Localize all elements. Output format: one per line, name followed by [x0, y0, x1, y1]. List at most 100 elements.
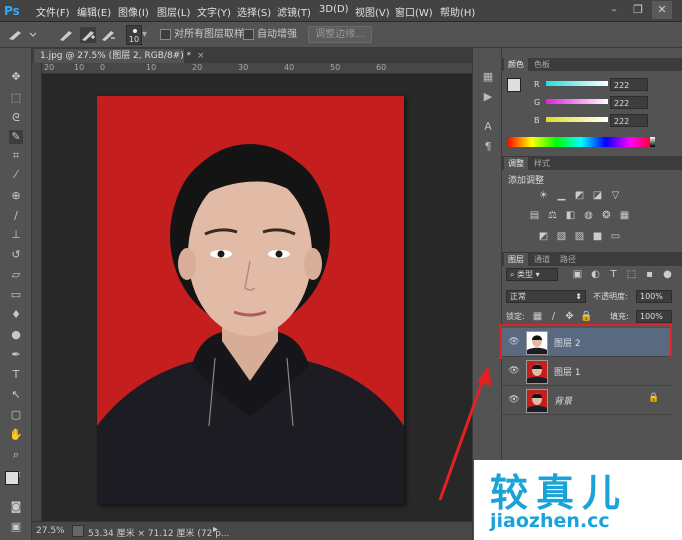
- channel-b-value[interactable]: 222: [610, 114, 648, 127]
- menu-edit[interactable]: 编辑(E): [77, 4, 111, 19]
- hue-saturation-icon[interactable]: ▤: [529, 210, 540, 221]
- marquee-tool-icon[interactable]: ⬚: [9, 91, 23, 105]
- subtract-from-selection-icon[interactable]: [100, 27, 116, 43]
- actions-panel-icon[interactable]: ▶: [481, 90, 495, 104]
- document-tab[interactable]: 1.jpg @ 27.5% (图层 2, RGB/8#) * ×: [34, 49, 205, 63]
- grayscale-ramp[interactable]: [650, 137, 655, 147]
- auto-enhance-checkbox[interactable]: 自动增强: [243, 27, 297, 43]
- color-balance-icon[interactable]: ⚖: [547, 210, 558, 221]
- menu-select[interactable]: 选择(S): [237, 4, 271, 19]
- tab-color[interactable]: 颜色: [504, 58, 528, 71]
- move-tool-icon[interactable]: ✥: [9, 70, 23, 84]
- dodge-tool-icon[interactable]: ●: [9, 328, 23, 342]
- brush-size-picker[interactable]: 10: [126, 25, 142, 45]
- tab-styles[interactable]: 样式: [530, 157, 554, 170]
- tab-paths[interactable]: 路径: [556, 253, 580, 266]
- gradient-map-icon[interactable]: ▭: [610, 231, 621, 242]
- status-arrow-icon[interactable]: ▸: [213, 524, 218, 535]
- brush-tool-icon[interactable]: ∕: [9, 209, 23, 223]
- close-icon[interactable]: ✕: [652, 1, 672, 19]
- vertical-ruler[interactable]: [32, 63, 42, 521]
- tool-preset-icon[interactable]: [6, 27, 37, 43]
- menu-image[interactable]: 图像(I): [118, 4, 149, 19]
- zoom-level[interactable]: 27.5%: [36, 526, 65, 536]
- blend-mode-select[interactable]: 正常 ⬍: [506, 290, 586, 303]
- layer-row-layer-1[interactable]: 👁 图层 1: [502, 357, 672, 386]
- eye-icon[interactable]: 👁: [508, 394, 520, 406]
- brightness-contrast-icon[interactable]: ☀: [538, 190, 549, 201]
- menu-window[interactable]: 窗口(W): [395, 4, 433, 19]
- shape-tool-icon[interactable]: ▢: [9, 408, 23, 422]
- healing-brush-tool-icon[interactable]: ⊕: [9, 189, 23, 203]
- tab-swatches[interactable]: 色板: [530, 58, 554, 71]
- levels-icon[interactable]: ▁: [556, 190, 567, 201]
- lock-all-icon[interactable]: 🔒: [580, 311, 592, 322]
- channel-r-slider[interactable]: [546, 81, 608, 86]
- vibrance-icon[interactable]: ▽: [610, 190, 621, 201]
- layer-filter-select[interactable]: ⌕ 类型 ▾: [506, 268, 558, 281]
- menu-layer[interactable]: 图层(L): [157, 4, 190, 19]
- menu-type[interactable]: 文字(Y): [197, 4, 231, 19]
- eye-icon[interactable]: 👁: [508, 365, 520, 377]
- path-selection-tool-icon[interactable]: ↖: [9, 388, 23, 402]
- character-panel-icon[interactable]: A: [481, 120, 495, 134]
- menu-file[interactable]: 文件(F): [36, 4, 70, 19]
- curves-icon[interactable]: ◩: [574, 190, 585, 201]
- new-selection-icon[interactable]: [58, 27, 74, 43]
- clone-stamp-tool-icon[interactable]: ⊥: [9, 228, 23, 242]
- zoom-tool-icon[interactable]: ⌕: [9, 448, 23, 462]
- quick-mask-icon[interactable]: ◙: [9, 500, 23, 514]
- minimize-icon[interactable]: –: [604, 1, 624, 19]
- quick-selection-tool-icon[interactable]: ✎: [9, 130, 23, 144]
- filter-pixel-icon[interactable]: ▣: [572, 269, 583, 280]
- lock-position-icon[interactable]: ✥: [564, 311, 575, 322]
- invert-icon[interactable]: ◩: [538, 231, 549, 242]
- pen-tool-icon[interactable]: ✒: [9, 348, 23, 362]
- refine-edge-button[interactable]: 调整边缘...: [308, 26, 372, 43]
- menu-help[interactable]: 帮助(H): [440, 4, 475, 19]
- lasso-tool-icon[interactable]: ᘓ: [9, 111, 23, 125]
- screen-mode-icon[interactable]: ▣: [9, 520, 23, 534]
- eyedropper-tool-icon[interactable]: ⁄: [9, 168, 23, 182]
- fill-input[interactable]: 100%: [636, 310, 672, 323]
- id-photo-image[interactable]: [97, 96, 404, 504]
- filter-adjustment-icon[interactable]: ◐: [590, 269, 601, 280]
- restore-icon[interactable]: ❐: [628, 1, 648, 19]
- history-brush-tool-icon[interactable]: ↺: [9, 248, 23, 262]
- photo-filter-icon[interactable]: ◍: [583, 210, 594, 221]
- tab-layers[interactable]: 图层: [504, 253, 528, 266]
- layer-name[interactable]: 图层 1: [554, 365, 581, 378]
- filter-smart-object-icon[interactable]: ▪: [644, 269, 655, 280]
- selective-color-icon[interactable]: ■: [592, 231, 603, 242]
- layer-row-background[interactable]: 👁 背景 🔒: [502, 386, 672, 415]
- menu-filter[interactable]: 滤镜(T): [277, 4, 311, 19]
- posterize-icon[interactable]: ▧: [556, 231, 567, 242]
- threshold-icon[interactable]: ▨: [574, 231, 585, 242]
- tab-channels[interactable]: 通道: [530, 253, 554, 266]
- gradient-tool-icon[interactable]: ▭: [9, 288, 23, 302]
- paragraph-panel-icon[interactable]: ¶: [481, 140, 495, 154]
- horizontal-ruler[interactable]: 20 10 0 10 20 30 40 50 60: [42, 63, 472, 74]
- menu-3d[interactable]: 3D(D): [319, 4, 349, 15]
- color-spectrum-bar[interactable]: [507, 137, 655, 147]
- channel-mixer-icon[interactable]: ❂: [601, 210, 612, 221]
- sample-all-layers-checkbox[interactable]: 对所有图层取样: [160, 27, 244, 43]
- close-tab-icon[interactable]: ×: [197, 51, 205, 61]
- brush-dropdown-icon[interactable]: ▾: [142, 27, 150, 43]
- eraser-tool-icon[interactable]: ▱: [9, 268, 23, 282]
- lock-transparent-icon[interactable]: ▦: [532, 311, 543, 322]
- opacity-input[interactable]: 100%: [636, 290, 672, 303]
- history-panel-icon[interactable]: ▦: [481, 70, 495, 84]
- foreground-color-swatch[interactable]: [5, 471, 19, 485]
- channel-g-slider[interactable]: [546, 99, 608, 104]
- blur-tool-icon[interactable]: ♦: [9, 308, 23, 322]
- panel-foreground-swatch[interactable]: [507, 78, 521, 92]
- layer-name[interactable]: 背景: [554, 394, 572, 407]
- exposure-icon[interactable]: ◪: [592, 190, 603, 201]
- add-to-selection-icon[interactable]: [80, 27, 96, 43]
- type-tool-icon[interactable]: T: [9, 368, 23, 382]
- tab-adjustments[interactable]: 调整: [504, 157, 528, 170]
- crop-tool-icon[interactable]: ⌗: [9, 149, 23, 163]
- menu-view[interactable]: 视图(V): [355, 4, 390, 19]
- status-menu-icon[interactable]: [72, 525, 84, 537]
